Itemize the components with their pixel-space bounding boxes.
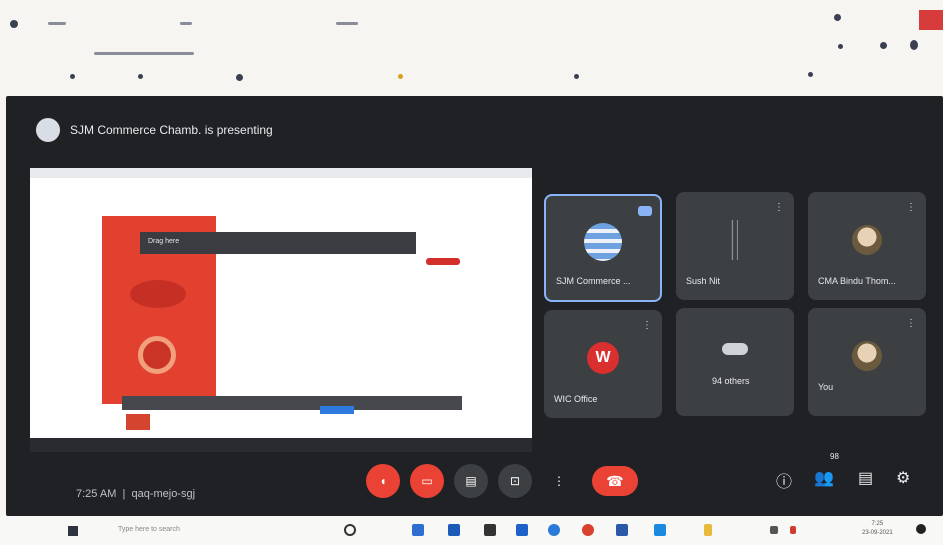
bookmark-icon[interactable] xyxy=(236,74,243,81)
participant-name: SJM Commerce ... xyxy=(556,276,631,286)
meet-window: SJM Commerce Chamb. is presenting Drag h… xyxy=(6,96,943,516)
end-call-icon: ☎ xyxy=(606,472,624,489)
meeting-time: 7:25 AM | qaq-mejo-sgj xyxy=(76,488,196,500)
more-vert-icon: ⋮ xyxy=(553,474,565,488)
app-icon[interactable] xyxy=(484,524,496,536)
camera-off-button[interactable]: ▭ xyxy=(410,464,444,498)
app-icon[interactable] xyxy=(654,524,666,536)
shared-dialog-text: Drag here xyxy=(148,238,180,245)
window-close-icon[interactable] xyxy=(919,10,943,30)
participant-tile[interactable]: ⋮ CMA Bindu Thom... xyxy=(808,192,926,300)
presenter-text: SJM Commerce Chamb. is presenting xyxy=(70,123,273,137)
taskbar-search[interactable]: Type here to search xyxy=(118,526,180,533)
people-icon[interactable]: 👥 xyxy=(814,468,834,488)
browser-chrome xyxy=(0,0,943,96)
tray-icon[interactable] xyxy=(790,526,796,534)
activities-icon[interactable]: ⚙ xyxy=(896,468,910,488)
extension-icon[interactable] xyxy=(838,44,843,49)
browser-icon[interactable] xyxy=(10,20,18,28)
store-icon[interactable] xyxy=(448,524,460,536)
captions-icon: ▤ xyxy=(465,474,477,488)
w-avatar-icon: W xyxy=(587,341,619,374)
present-button[interactable]: ⊡ xyxy=(498,464,532,498)
mic-off-icon: ◖ xyxy=(379,474,387,488)
group-avatar-icon xyxy=(722,343,748,356)
windows-taskbar: Type here to search 7:25 23-09-2021 xyxy=(0,516,943,545)
notification-icon[interactable] xyxy=(916,524,926,534)
participant-tile[interactable]: ⋮ W WIC Office xyxy=(544,310,662,418)
chrome-icon[interactable] xyxy=(582,524,594,536)
record-icon[interactable] xyxy=(834,14,841,21)
settings-icon[interactable] xyxy=(880,42,887,49)
bookmark-icon[interactable] xyxy=(138,74,143,79)
photo-avatar-icon xyxy=(852,224,882,255)
more-options-button[interactable]: ⋮ xyxy=(542,464,576,498)
present-icon: ⊡ xyxy=(509,474,521,488)
info-icon[interactable]: ⓘ xyxy=(776,468,792,492)
participant-name: 94 others xyxy=(712,376,750,386)
participant-name: WIC Office xyxy=(554,394,598,404)
people-count: 98 xyxy=(830,452,839,461)
cortana-icon[interactable] xyxy=(344,524,356,536)
participant-tile[interactable]: 94 others xyxy=(676,308,794,416)
participant-name: You xyxy=(818,382,834,392)
profile-icon[interactable] xyxy=(910,40,918,50)
presenter-banner: SJM Commerce Chamb. is presenting xyxy=(36,118,273,142)
speaking-indicator-icon xyxy=(638,206,652,216)
edge-icon[interactable] xyxy=(548,524,560,536)
participant-name: CMA Bindu Thom... xyxy=(818,276,896,286)
participant-name: Sush Nit xyxy=(686,276,721,286)
windows-start-icon[interactable] xyxy=(68,526,78,536)
mail-icon[interactable] xyxy=(516,524,528,536)
taskbar-clock[interactable]: 7:25 23-09-2021 xyxy=(862,520,893,538)
mic-muted-icon: ⋮ xyxy=(906,318,916,329)
camera-off-icon: ▭ xyxy=(421,474,433,488)
presenter-avatar xyxy=(36,118,60,142)
bookmark-icon[interactable] xyxy=(808,72,813,77)
end-call-button[interactable]: ☎ xyxy=(592,466,638,496)
app-icon[interactable] xyxy=(412,524,424,536)
bookmark-icon[interactable] xyxy=(574,74,579,79)
meeting-code: qaq-mejo-sgj xyxy=(131,488,196,500)
participant-tile[interactable]: ⋮ You xyxy=(808,308,926,416)
sketch-avatar-icon xyxy=(718,219,752,260)
mic-off-button[interactable]: ◖ xyxy=(366,464,400,498)
weather-icon[interactable] xyxy=(704,524,712,536)
globe-avatar-icon xyxy=(584,222,622,261)
mic-muted-icon: ⋮ xyxy=(774,202,784,213)
photo-avatar-icon xyxy=(852,340,882,371)
mic-muted-icon: ⋮ xyxy=(642,320,652,331)
tray-icon[interactable] xyxy=(770,526,778,534)
participant-tile[interactable]: SJM Commerce ... xyxy=(544,194,662,302)
chat-icon[interactable]: ▤ xyxy=(858,468,873,488)
bookmark-icon[interactable] xyxy=(70,74,75,79)
mic-muted-icon: ⋮ xyxy=(906,202,916,213)
bookmark-icon[interactable] xyxy=(398,74,403,79)
participant-tile[interactable]: ⋮ Sush Nit xyxy=(676,192,794,300)
screen: SJM Commerce Chamb. is presenting Drag h… xyxy=(0,0,943,545)
captions-button[interactable]: ▤ xyxy=(454,464,488,498)
app-icon[interactable] xyxy=(616,524,628,536)
shared-screen[interactable]: Drag here xyxy=(30,168,532,452)
